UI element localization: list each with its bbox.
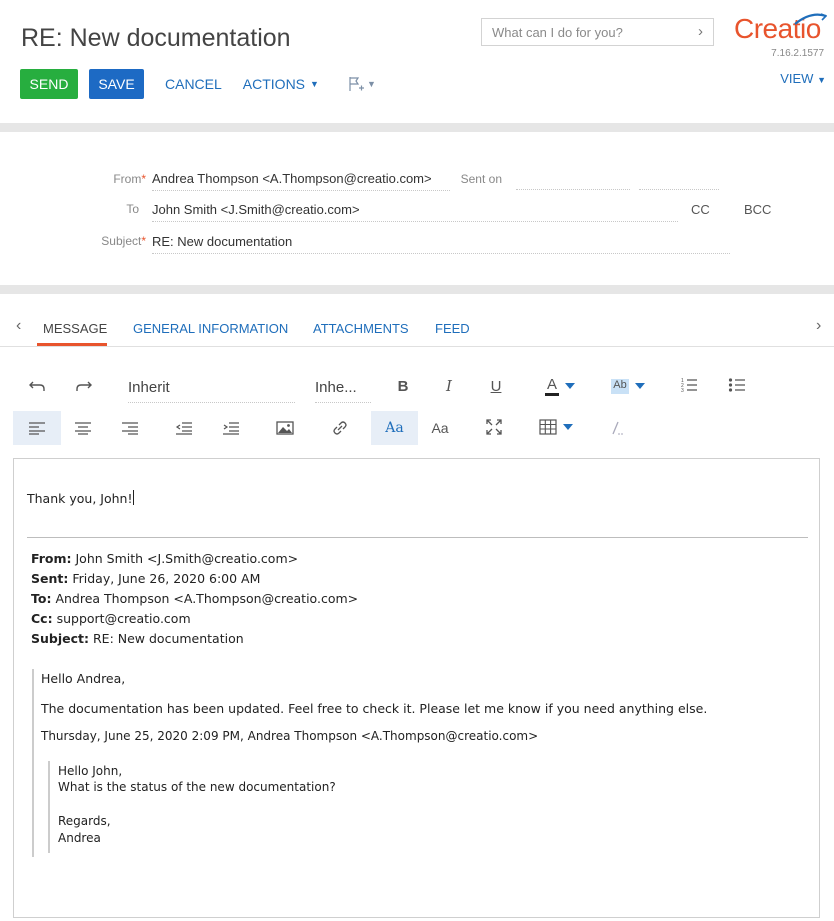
outdent-icon[interactable] xyxy=(173,418,195,438)
bold-button[interactable]: B xyxy=(392,376,414,396)
caret-down-icon: ▼ xyxy=(817,75,826,85)
quote-greeting: Hello Andrea, xyxy=(41,671,126,686)
quote-body: The documentation has been updated. Feel… xyxy=(41,701,708,716)
caret-down-icon: ▼ xyxy=(310,79,319,89)
table-icon xyxy=(539,419,557,435)
insert-table-button[interactable] xyxy=(535,416,577,438)
numbered-list-icon[interactable]: 123 xyxy=(678,375,700,395)
sent-on-date-field[interactable] xyxy=(516,189,630,190)
search-box[interactable]: › xyxy=(481,18,714,46)
caret-down-icon xyxy=(634,383,645,389)
fwd-from-line: From: John Smith <J.Smith@creatio.com> xyxy=(31,551,299,566)
italic-button[interactable]: I xyxy=(438,376,460,396)
tab-general-information[interactable]: GENERAL INFORMATION xyxy=(133,321,288,336)
message-editor[interactable]: Thank you, John! From: John Smith <J.Smi… xyxy=(13,458,820,918)
section-divider xyxy=(0,285,834,294)
nested-quote-bar xyxy=(48,761,50,853)
undo-icon[interactable] xyxy=(26,376,48,396)
caret-down-icon xyxy=(565,383,575,389)
chevron-right-icon[interactable]: › xyxy=(698,23,703,40)
version-label: 7.16.2.1577 xyxy=(771,48,824,59)
sent-on-time-field[interactable] xyxy=(639,189,719,190)
highlight-color-button[interactable]: Ab xyxy=(608,374,648,398)
active-tab-indicator xyxy=(37,343,107,346)
view-button[interactable]: VIEW ▼ xyxy=(780,71,826,86)
font-color-icon: A xyxy=(544,376,559,396)
flag-icon xyxy=(349,77,364,91)
fwd-to-line: To: Andrea Thompson <A.Thompson@creatio.… xyxy=(31,591,359,606)
underline-button[interactable]: U xyxy=(485,376,507,396)
highlight-icon: Ab xyxy=(611,378,629,394)
font-case-button[interactable]: Aa xyxy=(371,411,418,445)
tab-feed[interactable]: FEED xyxy=(435,321,470,336)
align-center-icon[interactable] xyxy=(72,418,94,438)
logo-arc-icon xyxy=(794,13,827,25)
cancel-button[interactable]: CANCEL xyxy=(165,76,222,92)
source-case-button[interactable]: Aa xyxy=(428,418,452,438)
from-label: From* xyxy=(113,172,146,186)
nested-quote-name: Andrea xyxy=(58,831,101,845)
section-divider xyxy=(0,123,834,132)
reply-text: Thank you, John! xyxy=(27,490,135,506)
bcc-button[interactable]: BCC xyxy=(744,202,771,217)
indent-icon[interactable] xyxy=(220,418,242,438)
save-button[interactable]: SAVE xyxy=(89,69,144,99)
font-family-select[interactable]: Inherit xyxy=(128,379,295,403)
nested-quote-greeting: Hello John, xyxy=(58,764,123,778)
nested-quote-regards: Regards, xyxy=(58,814,111,828)
from-field[interactable]: Andrea Thompson <A.Thompson@creatio.com> xyxy=(152,171,450,191)
caret-down-icon xyxy=(563,424,573,430)
send-button[interactable]: SEND xyxy=(20,69,78,99)
insert-link-icon[interactable] xyxy=(329,418,351,438)
subject-label: Subject* xyxy=(101,234,146,248)
quote-attribution: Thursday, June 25, 2020 2:09 PM, Andrea … xyxy=(41,729,539,743)
tab-bar: ‹ MESSAGE GENERAL INFORMATION ATTACHMENT… xyxy=(0,314,834,347)
view-label: VIEW xyxy=(780,71,814,86)
clear-format-icon[interactable] xyxy=(606,418,628,438)
quote-separator xyxy=(27,537,808,538)
bullet-list-icon[interactable] xyxy=(726,375,748,395)
actions-button[interactable]: ACTIONS ▼ xyxy=(243,76,319,92)
search-input[interactable] xyxy=(482,19,682,45)
insert-image-icon[interactable] xyxy=(274,418,296,438)
tab-attachments[interactable]: ATTACHMENTS xyxy=(313,321,409,336)
font-size-select[interactable]: Inhe... xyxy=(315,379,371,403)
fwd-cc-line: Cc: support@creatio.com xyxy=(31,611,191,626)
sent-on-label: Sent on xyxy=(460,172,502,186)
flag-button[interactable]: ▼ xyxy=(347,76,376,92)
subject-field[interactable]: RE: New documentation xyxy=(152,234,730,254)
tabs-scroll-right-icon[interactable]: › xyxy=(816,317,821,335)
fwd-subject-line: Subject: RE: New documentation xyxy=(31,631,244,646)
cc-button[interactable]: CC xyxy=(691,202,710,217)
action-toolbar: SEND SAVE CANCEL ACTIONS ▼ ▼ xyxy=(20,69,376,99)
caret-down-icon: ▼ xyxy=(366,79,376,89)
tabs-scroll-left-icon[interactable]: ‹ xyxy=(16,317,21,335)
fullscreen-icon[interactable] xyxy=(483,417,505,437)
align-left-icon[interactable] xyxy=(13,411,61,445)
font-color-button[interactable]: A xyxy=(540,374,580,398)
actions-label: ACTIONS xyxy=(242,76,306,92)
tab-message[interactable]: MESSAGE xyxy=(43,321,107,336)
page-title: RE: New documentation xyxy=(21,24,291,52)
text-cursor xyxy=(133,490,135,505)
svg-text:3: 3 xyxy=(681,388,684,393)
fwd-sent-line: Sent: Friday, June 26, 2020 6:00 AM xyxy=(31,571,261,586)
nested-quote-body: What is the status of the new documentat… xyxy=(58,780,336,794)
quote-bar xyxy=(32,669,34,857)
to-field[interactable]: John Smith <J.Smith@creatio.com> xyxy=(152,202,678,222)
redo-icon[interactable] xyxy=(73,376,95,396)
align-right-icon[interactable] xyxy=(119,418,141,438)
to-label: To xyxy=(126,202,139,216)
